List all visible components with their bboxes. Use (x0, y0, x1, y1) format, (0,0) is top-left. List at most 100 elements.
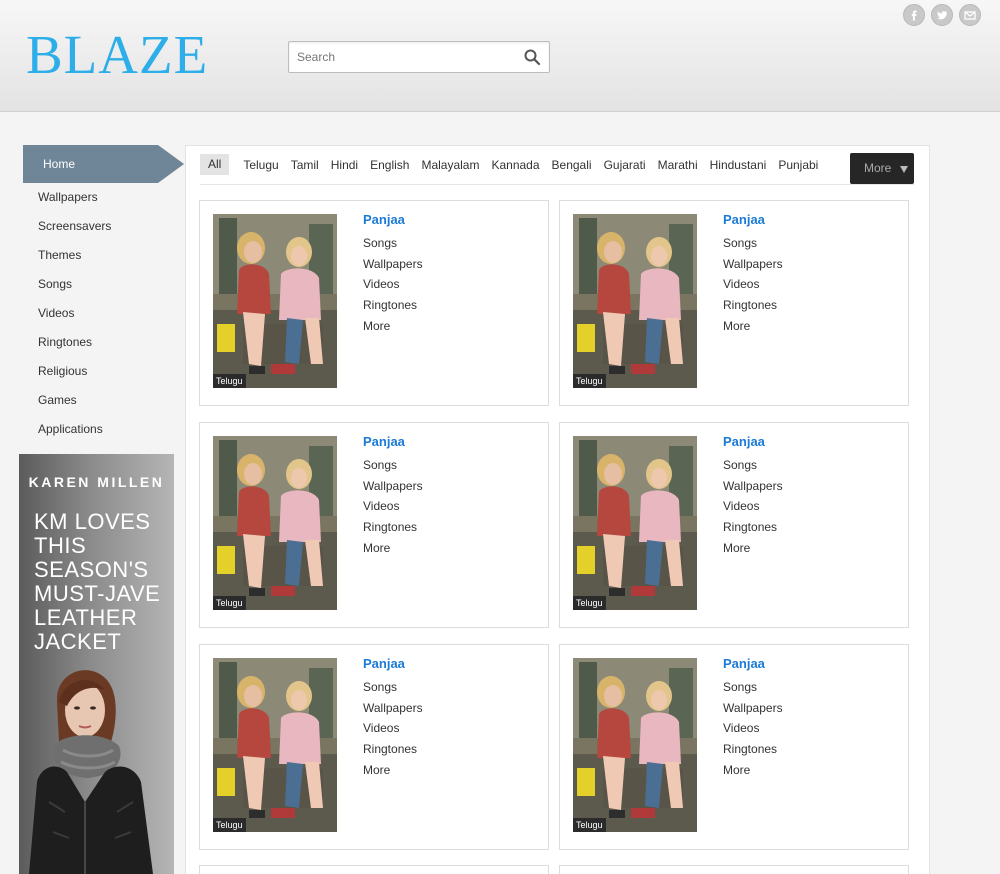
movie-poster-image (573, 658, 697, 832)
card-title[interactable]: Panjaa (723, 434, 765, 449)
advertisement-banner[interactable]: KAREN MILLEN KM LOVES THIS SEASON'S MUST… (19, 454, 174, 874)
card-link-more[interactable]: More (363, 760, 423, 781)
card-link-wallpapers[interactable]: Wallpapers (363, 698, 423, 719)
ad-line: MUST-JAVE (34, 581, 161, 606)
card-partial (559, 865, 909, 874)
filter-hindi[interactable]: Hindi (331, 158, 358, 172)
card-link-wallpapers[interactable]: Wallpapers (723, 698, 783, 719)
card-link-wallpapers[interactable]: Wallpapers (363, 476, 423, 497)
card-links: Songs Wallpapers Videos Ringtones More (363, 677, 423, 780)
card-link-more[interactable]: More (723, 316, 783, 337)
card-link-songs[interactable]: Songs (363, 455, 423, 476)
search-icon[interactable] (523, 48, 541, 66)
movie-poster-image (213, 214, 337, 388)
card-thumbnail[interactable]: Telugu (213, 658, 337, 832)
sidebar-item-applications[interactable]: Applications (23, 415, 185, 444)
card-links: Songs Wallpapers Videos Ringtones More (723, 677, 783, 780)
card-link-more[interactable]: More (723, 538, 783, 559)
card-link-songs[interactable]: Songs (363, 233, 423, 254)
filter-malayalam[interactable]: Malayalam (421, 158, 479, 172)
filter-all[interactable]: All (200, 154, 230, 175)
card-link-songs[interactable]: Songs (723, 233, 783, 254)
card-link-more[interactable]: More (363, 538, 423, 559)
site-logo[interactable]: BLAZE (26, 24, 208, 86)
ad-line: THIS (34, 533, 87, 558)
card-link-more[interactable]: More (723, 760, 783, 781)
language-tag: Telugu (213, 374, 246, 388)
filter-punjabi[interactable]: Punjabi (778, 158, 818, 172)
email-icon[interactable] (959, 4, 981, 26)
divider (200, 184, 914, 185)
card-title[interactable]: Panjaa (363, 434, 405, 449)
card-thumbnail[interactable]: Telugu (573, 214, 697, 388)
card-thumbnail[interactable]: Telugu (213, 436, 337, 610)
card-link-videos[interactable]: Videos (723, 274, 783, 295)
card-link-ringtones[interactable]: Ringtones (363, 739, 423, 760)
card-title[interactable]: Panjaa (363, 656, 405, 671)
card-thumbnail[interactable]: Telugu (573, 436, 697, 610)
ad-model-image (29, 670, 153, 874)
card-link-videos[interactable]: Videos (723, 718, 783, 739)
ad-line: LEATHER (34, 605, 138, 630)
content-card: Telugu Panjaa Songs Wallpapers Videos Ringt… (199, 200, 549, 406)
filter-marathi[interactable]: Marathi (658, 158, 698, 172)
movie-poster-image (573, 214, 697, 388)
sidebar-item-religious[interactable]: Religious (23, 357, 185, 386)
card-link-ringtones[interactable]: Ringtones (363, 295, 423, 316)
card-link-videos[interactable]: Videos (363, 274, 423, 295)
card-link-videos[interactable]: Videos (723, 496, 783, 517)
card-links: Songs Wallpapers Videos Ringtones More (723, 455, 783, 558)
card-link-ringtones[interactable]: Ringtones (723, 739, 783, 760)
sidebar-item-screensavers[interactable]: Screensavers (23, 212, 185, 241)
filter-bengali[interactable]: Bengali (552, 158, 592, 172)
filter-kannada[interactable]: Kannada (491, 158, 539, 172)
card-link-songs[interactable]: Songs (723, 455, 783, 476)
ad-brand: KAREN MILLEN (28, 474, 165, 490)
sidebar-item-ringtones[interactable]: Ringtones (23, 328, 185, 357)
card-link-ringtones[interactable]: Ringtones (363, 517, 423, 538)
card-thumbnail[interactable]: Telugu (573, 658, 697, 832)
caret-down-icon (900, 166, 908, 173)
movie-poster-image (573, 436, 697, 610)
card-title[interactable]: Panjaa (723, 212, 765, 227)
search-input[interactable] (297, 42, 517, 72)
filter-tamil[interactable]: Tamil (291, 158, 319, 172)
card-link-more[interactable]: More (363, 316, 423, 337)
sidebar-item-wallpapers[interactable]: Wallpapers (23, 183, 185, 212)
active-arrow (158, 145, 184, 183)
card-link-songs[interactable]: Songs (723, 677, 783, 698)
sidebar-item-home[interactable]: Home (23, 145, 158, 183)
card-links: Songs Wallpapers Videos Ringtones More (723, 233, 783, 336)
sidebar-item-videos[interactable]: Videos (23, 299, 185, 328)
card-title[interactable]: Panjaa (723, 656, 765, 671)
facebook-icon[interactable] (903, 4, 925, 26)
card-links: Songs Wallpapers Videos Ringtones More (363, 455, 423, 558)
language-tag: Telugu (573, 374, 606, 388)
card-link-songs[interactable]: Songs (363, 677, 423, 698)
content-card: Telugu Panjaa Songs Wallpapers Videos Ringt… (559, 200, 909, 406)
card-link-videos[interactable]: Videos (363, 496, 423, 517)
card-title[interactable]: Panjaa (363, 212, 405, 227)
sidebar-item-songs[interactable]: Songs (23, 270, 185, 299)
sidebar-item-themes[interactable]: Themes (23, 241, 185, 270)
filter-telugu[interactable]: Telugu (243, 158, 278, 172)
search-box[interactable] (288, 41, 550, 73)
filter-gujarati[interactable]: Gujarati (604, 158, 646, 172)
content-card: Telugu Panjaa Songs Wallpapers Videos Ringt… (559, 422, 909, 628)
filter-english[interactable]: English (370, 158, 409, 172)
card-link-wallpapers[interactable]: Wallpapers (363, 254, 423, 275)
ad-line: KM LOVES (34, 509, 151, 534)
language-tag: Telugu (573, 818, 606, 832)
ad-headline: KM LOVES THIS SEASON'S MUST-JAVE LEATHER… (34, 510, 174, 654)
filter-hindustani[interactable]: Hindustani (710, 158, 767, 172)
header: BLAZE (0, 0, 1000, 112)
card-link-ringtones[interactable]: Ringtones (723, 517, 783, 538)
sidebar-item-games[interactable]: Games (23, 386, 185, 415)
card-link-wallpapers[interactable]: Wallpapers (723, 476, 783, 497)
card-link-videos[interactable]: Videos (363, 718, 423, 739)
twitter-icon[interactable] (931, 4, 953, 26)
card-link-ringtones[interactable]: Ringtones (723, 295, 783, 316)
card-thumbnail[interactable]: Telugu (213, 214, 337, 388)
card-link-wallpapers[interactable]: Wallpapers (723, 254, 783, 275)
more-languages-button[interactable]: More (850, 153, 914, 184)
